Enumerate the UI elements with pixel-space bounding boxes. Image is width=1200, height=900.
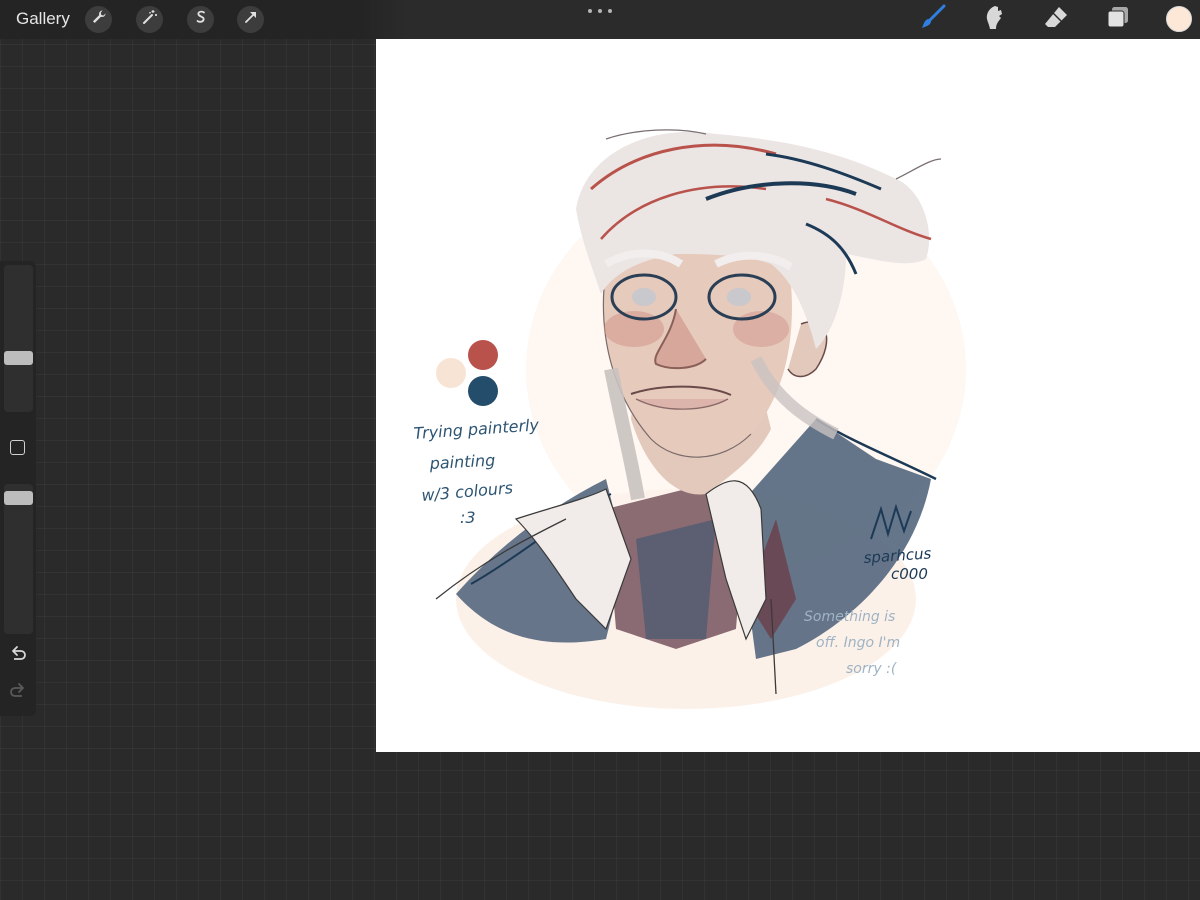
brush-icon — [920, 4, 946, 35]
actions-button[interactable] — [85, 6, 112, 33]
erase-tool-button[interactable] — [1042, 5, 1070, 33]
modify-button[interactable] — [10, 440, 25, 455]
color-picker-button[interactable] — [1166, 6, 1192, 32]
layers-icon — [1106, 5, 1130, 34]
selection-button[interactable] — [187, 6, 214, 33]
brush-size-thumb[interactable] — [4, 351, 33, 365]
gallery-button[interactable]: Gallery — [16, 9, 70, 29]
palette-swatch-red — [468, 340, 498, 370]
top-toolbar: Gallery — [0, 0, 1200, 39]
footer-line-3: sorry :( — [846, 661, 897, 677]
artwork: Trying painterly painting w/3 colours :3… — [413, 129, 966, 709]
brush-size-slider[interactable] — [4, 265, 33, 412]
left-sidebar — [0, 261, 36, 716]
undo-icon — [9, 645, 27, 666]
palette-swatch-cream — [436, 358, 466, 388]
redo-icon — [9, 682, 27, 703]
footer-line-1: Something is — [804, 609, 895, 625]
drawing-canvas[interactable]: Trying painterly painting w/3 colours :3… — [376, 39, 1200, 752]
note-line-4: :3 — [460, 508, 476, 527]
wrench-icon — [91, 9, 107, 30]
signature-line-1: sparhcus — [863, 544, 932, 567]
arrow-cursor-icon — [243, 9, 259, 30]
undo-button[interactable] — [9, 645, 27, 666]
layers-button[interactable] — [1104, 5, 1132, 33]
magic-wand-icon — [142, 9, 158, 30]
note-line-1: Trying painterly — [413, 415, 540, 443]
redo-button[interactable] — [9, 682, 27, 703]
footer-line-2: off. Ingo I'm — [816, 635, 900, 651]
smudge-tool-button[interactable] — [980, 5, 1008, 33]
opacity-slider[interactable] — [4, 484, 33, 634]
note-line-2: painting — [428, 451, 495, 473]
selection-s-icon — [193, 9, 209, 30]
opacity-thumb[interactable] — [4, 491, 33, 505]
eraser-icon — [1043, 4, 1069, 35]
transform-button[interactable] — [237, 6, 264, 33]
adjustments-button[interactable] — [136, 6, 163, 33]
signature-line-2: c000 — [891, 565, 928, 583]
palette-swatch-navy — [468, 376, 498, 406]
paint-tool-button[interactable] — [919, 4, 947, 35]
note-line-3: w/3 colours — [421, 478, 514, 505]
more-options-icon[interactable] — [588, 2, 612, 20]
smudge-icon — [982, 4, 1006, 35]
